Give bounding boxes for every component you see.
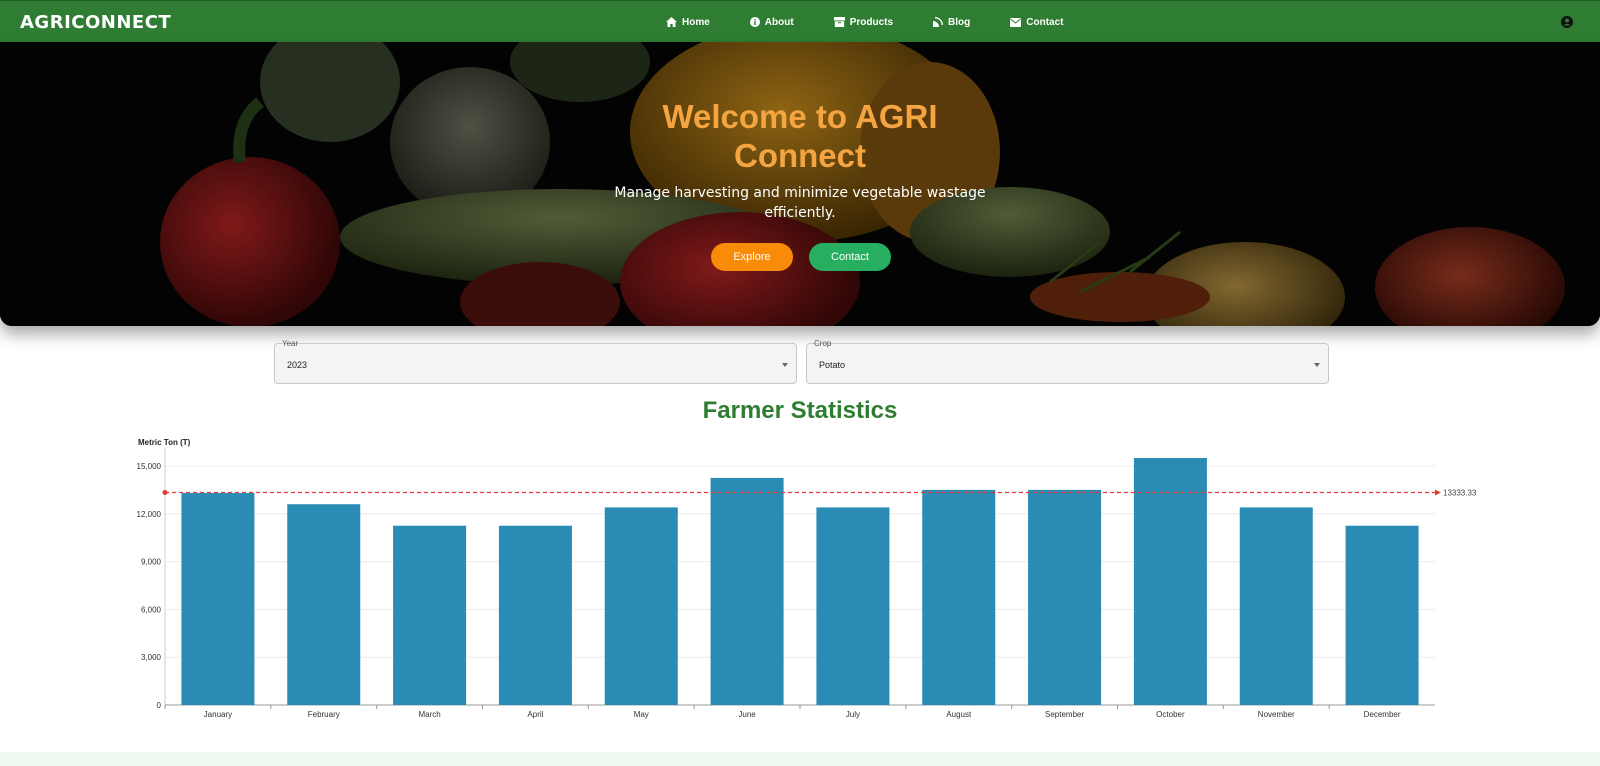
- top-navbar: AGRICONNECT Home About Products Blog Con…: [0, 0, 1600, 42]
- year-select-label: Year: [282, 339, 299, 348]
- bar-july: [816, 507, 890, 705]
- crop-select-label: Crop: [814, 339, 832, 348]
- crop-select[interactable]: Crop Potato: [806, 339, 1329, 384]
- bar-september: [1028, 489, 1102, 705]
- y-tick-label: 0: [157, 701, 162, 710]
- x-tick-label: June: [738, 710, 756, 719]
- nav-contact[interactable]: Contact: [1010, 17, 1063, 28]
- y-tick-label: 15,000: [137, 462, 162, 471]
- nav-about-label: About: [764, 16, 794, 28]
- bar-april: [498, 525, 572, 705]
- average-line-label: 13333.33: [1443, 489, 1477, 498]
- x-tick-label: May: [634, 710, 649, 719]
- chevron-down-icon: [1314, 363, 1320, 367]
- average-line-start-marker: [162, 490, 168, 496]
- nav-about[interactable]: About: [749, 16, 794, 28]
- box-icon: [833, 17, 845, 27]
- x-tick-label: December: [1364, 710, 1401, 719]
- crop-select-value: Potato: [819, 360, 846, 370]
- blog-icon: [933, 17, 944, 27]
- nav-home-label: Home: [682, 16, 710, 28]
- bar-october: [1133, 458, 1207, 705]
- explore-button[interactable]: Explore: [711, 243, 793, 271]
- x-tick-label: March: [418, 710, 440, 719]
- bar-january: [181, 493, 255, 705]
- nav-blog-label: Blog: [948, 16, 971, 28]
- x-tick-label: February: [308, 710, 340, 719]
- hero-title: Welcome to AGRI Connect: [662, 98, 938, 174]
- average-line-arrow: [1435, 489, 1441, 496]
- x-tick-label: April: [527, 710, 543, 719]
- y-axis-label: Metric Ton (T): [138, 438, 191, 447]
- home-icon: [666, 17, 677, 27]
- hero-banner: Welcome to AGRI Connect Manage harvestin…: [0, 42, 1600, 326]
- y-tick-label: 12,000: [137, 510, 162, 519]
- x-tick-label: October: [1156, 710, 1185, 719]
- nav-blog[interactable]: Blog: [933, 17, 970, 28]
- farmer-statistics-chart: Metric Ton (T) 0 3,000 6,000 9,000 12,000 15,0…: [137, 438, 1477, 719]
- x-tick-label: July: [846, 710, 860, 719]
- x-tick-label: August: [946, 710, 972, 719]
- x-tick-label: September: [1045, 710, 1084, 719]
- year-select-value: 2023: [287, 360, 308, 370]
- contact-button[interactable]: Contact: [809, 243, 891, 271]
- y-tick-label: 9,000: [141, 558, 162, 567]
- bar-may: [604, 507, 678, 705]
- year-select[interactable]: Year 2023: [274, 339, 797, 384]
- nav-products[interactable]: Products: [833, 16, 894, 28]
- nav-products-label: Products: [849, 16, 894, 28]
- bar-august: [922, 489, 996, 705]
- x-tick-label: January: [204, 710, 232, 719]
- nav-home[interactable]: Home: [666, 17, 710, 28]
- bar-december: [1345, 525, 1419, 705]
- main-nav: Home About Products Blog Contact: [666, 1, 1103, 43]
- hero-subtitle: Manage harvesting and minimize vegetable…: [614, 185, 986, 221]
- brand-logo[interactable]: AGRICONNECT: [20, 12, 171, 33]
- bar-march: [393, 525, 467, 705]
- bar-june: [710, 477, 784, 705]
- x-tick-label: November: [1258, 710, 1295, 719]
- bar-february: [287, 504, 361, 705]
- y-tick-label: 3,000: [141, 653, 162, 662]
- chevron-down-icon: [782, 363, 788, 367]
- bar-november: [1239, 507, 1313, 705]
- account-icon[interactable]: [1561, 16, 1573, 28]
- footer-strip: [0, 752, 1600, 766]
- y-tick-label: 6,000: [141, 605, 162, 614]
- info-icon: [749, 17, 760, 27]
- nav-contact-label: Contact: [1026, 16, 1064, 28]
- mail-icon: [1010, 17, 1022, 27]
- section-title: Farmer Statistics: [702, 397, 898, 424]
